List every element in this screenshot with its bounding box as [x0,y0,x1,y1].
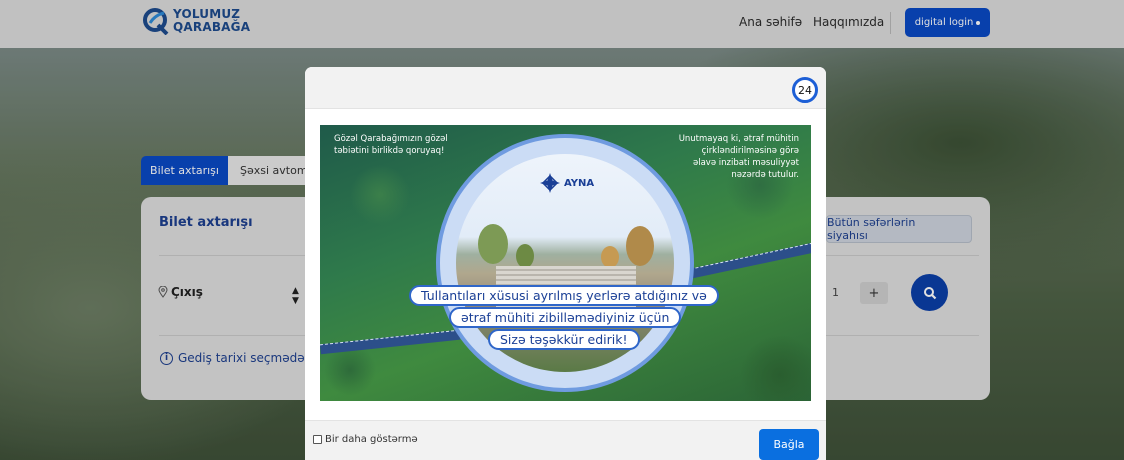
countdown-timer: 24 [792,77,818,103]
modal-header [305,67,826,109]
banner-text-right-line: əlavə inzibati məsuliyyət [692,158,799,168]
tree-graphic [516,244,534,268]
banner-text-right-line: nəzərdə tutulur. [731,170,799,180]
road-graphic [690,241,811,279]
ayna-emblem-icon [540,173,560,193]
tree-graphic [626,226,654,266]
ayna-brand-text: AYNA [564,177,595,189]
banner-text-left: Gözəl Qarabağımızın gözəl təbiətini birl… [334,133,448,157]
banner-message: Tullantıları xüsusi ayrılmış yerlərə atd… [409,285,719,306]
road-graphic [320,329,461,355]
close-modal-button[interactable]: Bağla [759,429,819,460]
banner-text-right: Unutmayaq ki, ətraf mühitin çirkləndiril… [649,133,799,181]
tree-graphic [478,224,508,264]
tree-graphic [601,246,619,268]
checkbox-box[interactable] [313,435,322,444]
dont-show-again-label: Bir daha göstərmə [325,434,418,445]
banner-text-right-line: çirkləndirilməsinə görə [701,146,799,156]
banner-text-left-line: təbiətini birlikdə qoruyaq! [334,146,445,156]
banner-text-right-line: Unutmayaq ki, ətraf mühitin [678,134,799,144]
banner-message: Sizə təşəkkür edirik! [488,329,640,350]
banner-text-left-line: Gözəl Qarabağımızın gözəl [334,134,448,144]
ayna-logo: AYNA [539,172,594,194]
dont-show-again-checkbox[interactable]: Bir daha göstərmə [313,434,418,445]
banner-message: ətraf mühiti zibilləmədiyiniz üçün [449,307,682,328]
ad-banner[interactable]: Gözəl Qarabağımızın gözəl təbiətini birl… [320,125,811,401]
